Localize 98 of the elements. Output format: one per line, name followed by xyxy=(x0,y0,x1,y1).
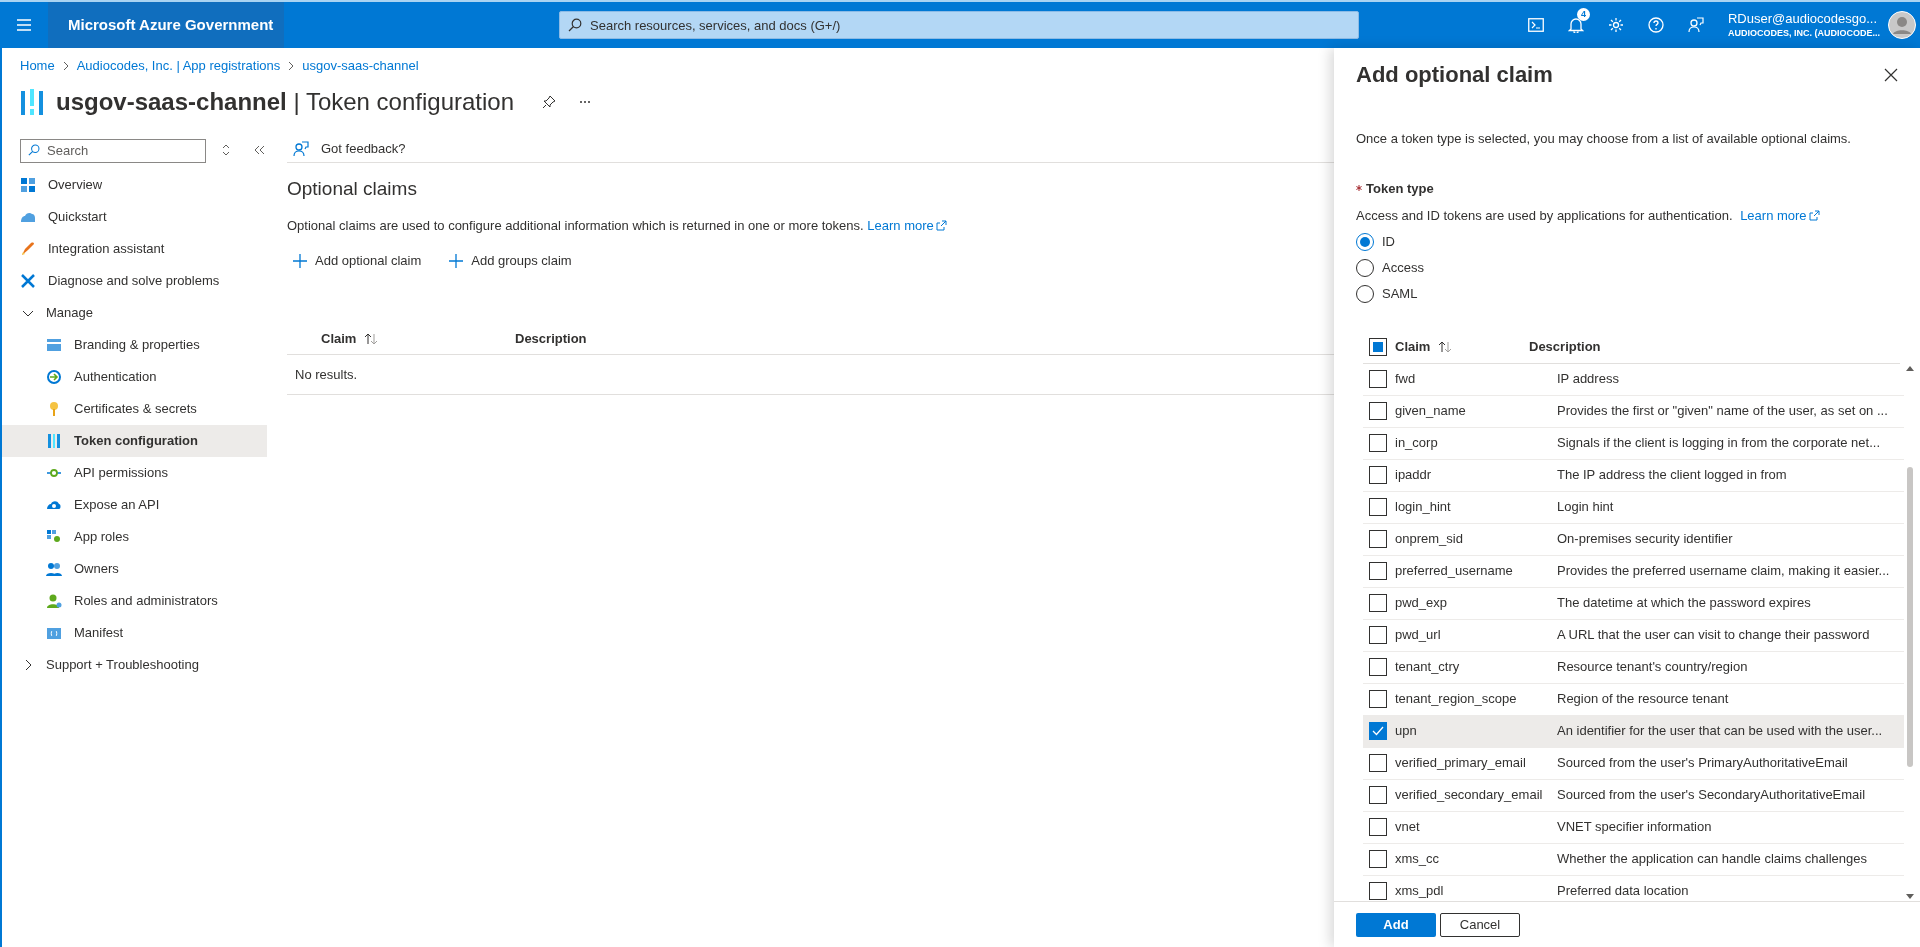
claim-name: xms_pdl xyxy=(1395,882,1445,901)
claim-description: Login hint xyxy=(1557,498,1614,517)
table-row[interactable]: verified_secondary_email Sourced from the user's SecondaryAuthoritativeEmail xyxy=(1363,779,1904,812)
claim-description: Region of the resource tenant xyxy=(1557,690,1729,709)
panel-description: Once a token type is selected, you may choose from a list of available optional claims. xyxy=(1355,130,1852,148)
account-button[interactable]: RDuser@audiocodesgo... AUDIOCODES, INC. (AUDIOCODE... xyxy=(1728,11,1920,39)
section-title: Optional claims xyxy=(287,177,417,201)
claim-description: An identifier for the user that can be used with the user... xyxy=(1557,722,1883,741)
sidebar-item[interactable]: Quickstart xyxy=(2,201,267,233)
claim-name: xms_cc xyxy=(1395,850,1441,869)
claim-name: verified_primary_email xyxy=(1395,754,1527,773)
table-row[interactable]: given_name Provides the first or "given" name of the user, as set on ... xyxy=(1363,395,1904,428)
claim-name: upn xyxy=(1395,722,1418,741)
field-description: Access and ID tokens are used by applications for authentication. Learn more xyxy=(1334,206,1920,226)
sidebar-item[interactable]: Certificates & secrets xyxy=(2,393,267,425)
claim-name: login_hint xyxy=(1395,498,1452,517)
add-button[interactable]: Add xyxy=(1356,912,1436,937)
table-row[interactable]: tenant_region_scope Region of the resource tenant xyxy=(1363,683,1904,716)
learn-more-link[interactable]: Learn more xyxy=(1740,206,1820,226)
sidebar-item[interactable]: Expose an API xyxy=(2,489,267,521)
claim-name: onprem_sid xyxy=(1395,530,1464,549)
sidebar-item[interactable]: Integration assistant xyxy=(2,233,267,265)
column-header[interactable]: Description xyxy=(1529,337,1601,357)
table-row[interactable]: pwd_url A URL that the user can visit to change their password xyxy=(1363,619,1904,652)
table-row[interactable]: in_corp Signals if the client is logging in from the corporate net... xyxy=(1363,427,1904,460)
learn-more-link[interactable]: Learn more xyxy=(867,215,947,235)
panel-title: Add optional claim xyxy=(1356,61,1553,89)
sidebar-item[interactable]: Branding & properties xyxy=(2,329,267,361)
claim-description: VNET specifier information xyxy=(1557,818,1712,837)
feedback-link[interactable]: Got feedback? xyxy=(321,138,406,159)
table-row[interactable]: tenant_ctry Resource tenant's country/region xyxy=(1363,651,1904,684)
column-header[interactable]: Claim xyxy=(321,328,491,349)
sidebar-item[interactable]: Overview xyxy=(2,169,267,201)
claim-description: IP address xyxy=(1557,370,1619,389)
table-row[interactable]: login_hint Login hint xyxy=(1363,491,1904,524)
table-row[interactable]: upn An identifier for the user that can be used with the user... xyxy=(1363,715,1904,748)
claim-description: Sourced from the user's PrimaryAuthoritativeEmail xyxy=(1557,754,1848,773)
user-name: RDuser@audiocodesgo... xyxy=(1728,11,1878,28)
claim-description: Preferred data location xyxy=(1557,882,1689,901)
breadcrumb-link[interactable]: Home xyxy=(20,56,55,76)
table-row[interactable]: vnet VNET specifier information xyxy=(1363,811,1904,844)
toolbar-button[interactable]: Add optional claim xyxy=(287,247,428,275)
table-row[interactable]: pwd_exp The datetime at which the password expires xyxy=(1363,587,1904,620)
sidebar-item[interactable]: API permissions xyxy=(2,457,267,489)
claim-description: A URL that the user can visit to change their password xyxy=(1557,626,1870,645)
sidebar-item[interactable]: App roles xyxy=(2,521,267,553)
breadcrumb-link[interactable]: Audiocodes, Inc. | App registrations xyxy=(76,56,281,76)
claim-name: fwd xyxy=(1395,370,1417,389)
column-header[interactable]: Claim xyxy=(1395,337,1529,357)
sidebar-group[interactable]: Manage xyxy=(2,297,267,329)
claim-name: pwd_exp xyxy=(1395,594,1449,613)
claim-description: On-premises security identifier xyxy=(1557,530,1733,549)
claim-name: tenant_ctry xyxy=(1395,658,1461,677)
search-field[interactable]: Search xyxy=(20,138,206,163)
sidebar-item[interactable]: Owners xyxy=(2,553,267,585)
claim-description: Provides the preferred username claim, making it easier... xyxy=(1557,562,1890,581)
brand-link[interactable]: Microsoft Azure Government xyxy=(48,2,284,48)
sidebar-item[interactable]: Token configuration xyxy=(2,425,267,457)
claim-name: vnet xyxy=(1395,818,1421,837)
table-row[interactable]: verified_primary_email Sourced from the user's PrimaryAuthoritativeEmail xyxy=(1363,747,1904,780)
claim-description: The datetime at which the password expires xyxy=(1557,594,1811,613)
claim-description: Resource tenant's country/region xyxy=(1557,658,1748,677)
claim-name: given_name xyxy=(1395,402,1467,421)
radio-label: ID xyxy=(1382,232,1395,251)
cancel-button[interactable]: Cancel xyxy=(1440,912,1520,937)
claim-description: The IP address the client logged in from xyxy=(1557,466,1787,485)
claim-name: tenant_region_scope xyxy=(1395,690,1518,709)
claim-description: Whether the application can handle claims challenges xyxy=(1557,850,1868,869)
radio-label: SAML xyxy=(1382,284,1418,303)
claim-name: verified_secondary_email xyxy=(1395,786,1544,805)
sidebar-item[interactable]: Diagnose and solve problems xyxy=(2,265,267,297)
claim-name: pwd_url xyxy=(1395,626,1442,645)
table-row[interactable]: xms_cc Whether the application can handle claims challenges xyxy=(1363,843,1904,876)
notification-badge: 4 xyxy=(1577,8,1590,21)
table-row[interactable]: preferred_username Provides the preferred username claim, making it easier... xyxy=(1363,555,1904,588)
claim-name: preferred_username xyxy=(1395,562,1514,581)
claim-description: Sourced from the user's SecondaryAuthoritativeEmail xyxy=(1557,786,1866,805)
sidebar-item[interactable]: Manifest xyxy=(2,617,267,649)
table-row[interactable]: onprem_sid On-premises security identifier xyxy=(1363,523,1904,556)
table-row[interactable]: fwd IP address xyxy=(1363,363,1904,396)
claim-description: Signals if the client is logging in from the corporate net... xyxy=(1557,434,1880,453)
toolbar-button[interactable]: Add groups claim xyxy=(443,247,578,275)
sidebar-item[interactable]: Authentication xyxy=(2,361,267,393)
empty-message: No results. xyxy=(295,365,358,384)
tenant-name: AUDIOCODES, INC. (AUDIOCODE... xyxy=(1728,27,1880,39)
claim-name: ipaddr xyxy=(1395,466,1433,485)
sidebar-group[interactable]: Support + Troubleshooting xyxy=(2,649,267,681)
table-row[interactable]: xms_pdl Preferred data location xyxy=(1363,875,1904,901)
column-header[interactable]: Description xyxy=(515,328,587,349)
sidebar-item[interactable]: Roles and administrators xyxy=(2,585,267,617)
radio-label: Access xyxy=(1382,258,1424,277)
field-label: Token type xyxy=(1366,179,1434,198)
breadcrumb-link[interactable]: usgov-saas-channel xyxy=(302,56,419,76)
claim-description: Provides the first or "given" name of the user, as set on ... xyxy=(1557,402,1888,421)
table-row[interactable]: ipaddr The IP address the client logged in from xyxy=(1363,459,1904,492)
claim-name: in_corp xyxy=(1395,434,1439,453)
search-field[interactable]: Search resources, services, and docs (G+/) xyxy=(559,11,1359,39)
page-title: usgov-saas-channel | Token configuration xyxy=(56,87,515,117)
